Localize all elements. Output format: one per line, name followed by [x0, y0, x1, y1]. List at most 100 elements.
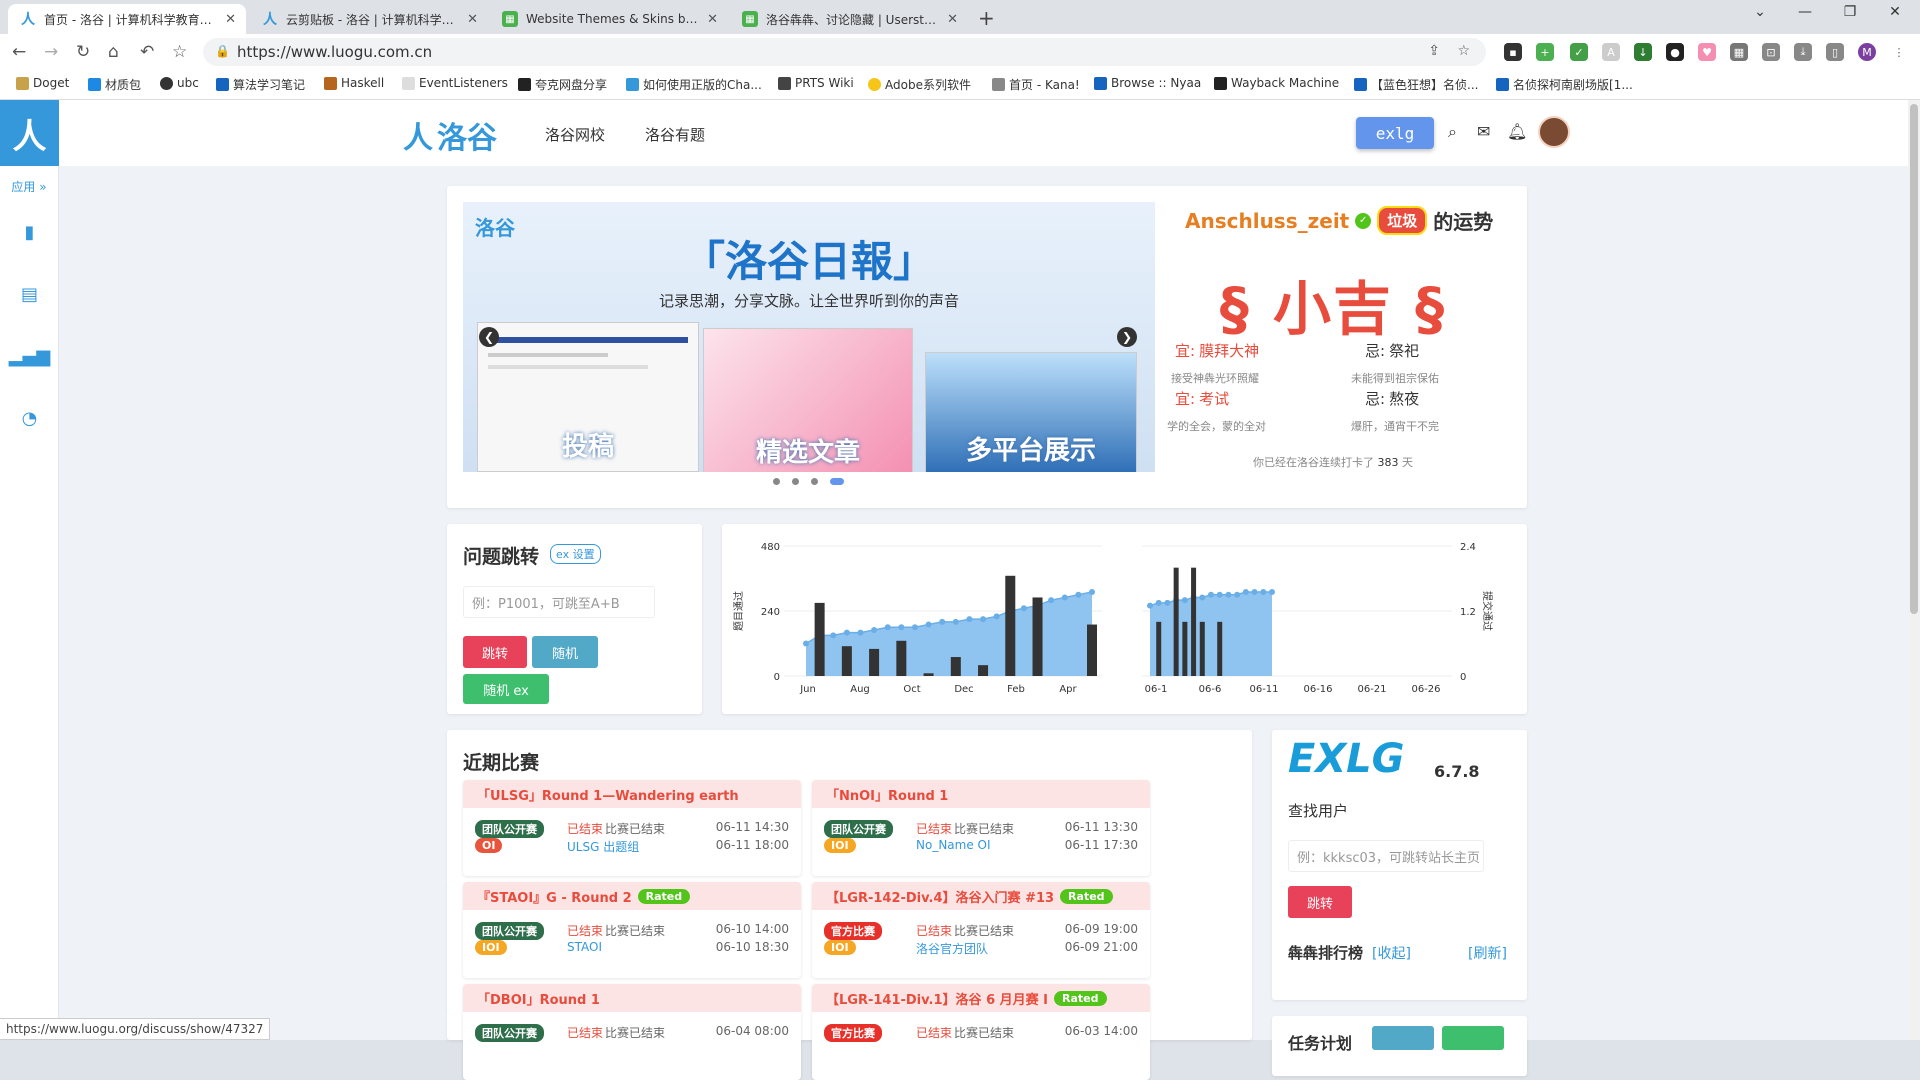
bookmark-star-icon[interactable]: ☆ [1457, 43, 1470, 59]
brand-logo[interactable]: ⼈洛谷 [403, 113, 497, 157]
restore-button[interactable]: ❐ [1830, 4, 1870, 20]
extension-icon[interactable]: ▪ [1504, 43, 1522, 61]
share-icon[interactable]: ⇪ [1428, 43, 1440, 59]
nav-link-problems[interactable]: 洛谷有题 [645, 124, 705, 145]
close-window-button[interactable]: ✕ [1875, 4, 1915, 20]
pie-chart-icon[interactable]: ◔ [0, 387, 59, 449]
contest-name[interactable]: 「NnOI」Round 1 [812, 780, 1150, 808]
contest-name[interactable]: 【LGR-142-Div.4】洛谷入门赛 #13 Rated [812, 882, 1150, 910]
contest-title[interactable]: 「ULSG」Round 1—Wandering earth [477, 785, 739, 804]
contest-item[interactable]: 「NnOI」Round 1 团队公开赛 IOI 已结束 比赛已结束 No_Name OI 0… [812, 780, 1150, 876]
bell-icon[interactable]: 🔔︎ [1507, 122, 1527, 141]
forward-icon[interactable]: → [44, 42, 58, 62]
contest-title[interactable]: 「DBOI」Round 1 [477, 989, 600, 1008]
contest-title[interactable]: 【LGR-142-Div.4】洛谷入门赛 #13 [826, 887, 1054, 906]
contest-host-link[interactable]: ULSG 出题组 [567, 838, 639, 855]
contest-name[interactable]: 『STAOI』G - Round 2 Rated [463, 882, 801, 910]
new-tab-button[interactable]: + [978, 6, 995, 30]
fortune-username[interactable]: Anschluss_zeit [1185, 209, 1349, 233]
bookmark-item[interactable]: 算法学习笔记 [216, 76, 305, 93]
sidebar-app-toggle[interactable]: 应用 » [0, 178, 58, 195]
bookmark-item[interactable]: Adobe系列软件 [868, 76, 971, 93]
carousel-dots[interactable] [773, 478, 844, 485]
contest-item[interactable]: 「DBOI」Round 1 团队公开赛 已结束 比赛已结束 06-04 08:00 [463, 984, 801, 1080]
contest-title[interactable]: 「NnOI」Round 1 [826, 785, 948, 804]
close-icon[interactable]: ✕ [947, 12, 958, 27]
menu-icon[interactable]: ⋮ [1890, 43, 1908, 61]
exlg-button[interactable]: exlg [1356, 117, 1434, 149]
find-user-input[interactable]: 例：kkksc03，可跳转站长主页 [1288, 840, 1484, 872]
ex-settings-link[interactable]: ex 设置 [550, 544, 601, 564]
bookmark-item[interactable]: 夸克网盘分享 [518, 76, 607, 93]
jump-button[interactable]: 跳转 [463, 636, 527, 668]
ranking-refresh-link[interactable]: [刷新] [1468, 943, 1507, 963]
random-button[interactable]: 随机 [532, 636, 598, 668]
contest-item[interactable]: 【LGR-142-Div.4】洛谷入门赛 #13 Rated 官方比赛 IOI 已结束比… [812, 882, 1150, 978]
address-bar[interactable]: 🔒 https://www.luogu.com.cn ⇪ ☆ [203, 38, 1486, 66]
close-icon[interactable]: ✕ [467, 12, 478, 27]
contest-item[interactable]: 『STAOI』G - Round 2 Rated 团队公开赛 IOI 已结束 比赛已结束 S… [463, 882, 801, 978]
contest-name[interactable]: 【LGR-141-Div.1】洛谷 6 月月赛 I Rated [812, 984, 1150, 1012]
tasks-button[interactable] [1442, 1026, 1504, 1050]
book-icon[interactable]: ▮ [0, 201, 59, 263]
close-icon[interactable]: ✕ [225, 12, 236, 27]
extension-icon[interactable]: ↓ [1634, 43, 1652, 61]
tasks-button[interactable] [1372, 1026, 1434, 1050]
bookmark-item[interactable]: PRTS Wiki [778, 76, 854, 90]
contest-host-link[interactable]: No_Name OI [916, 838, 991, 852]
profile-icon[interactable]: M [1858, 43, 1876, 61]
extension-icon[interactable]: ♥ [1698, 43, 1716, 61]
minimize-button[interactable]: — [1785, 4, 1825, 20]
contest-title[interactable]: 【LGR-141-Div.1】洛谷 6 月月赛 I [826, 989, 1048, 1008]
bookmark-item[interactable]: EventListeners [402, 76, 508, 90]
contest-host-link[interactable]: 洛谷官方团队 [916, 940, 988, 957]
bookmark-item[interactable]: 【蓝色狂想】名侦... [1354, 76, 1478, 93]
extensions-puzzle-icon[interactable]: ▦ [1730, 43, 1748, 61]
extension-icon[interactable]: ● [1666, 43, 1684, 61]
carousel-prev-icon[interactable]: ❮ [479, 327, 499, 347]
ranking-collapse-link[interactable]: [收起] [1372, 943, 1411, 963]
browser-tab-4[interactable]: ▦ 洛谷犇犇、讨论隐藏 | Userstyles.world ✕ [730, 4, 968, 34]
daily-carousel[interactable]: 洛谷 「洛谷日報」 记录思潮，分享文脉。让全世界听到你的声音 投稿 精选文章 多… [463, 202, 1155, 472]
undo-icon[interactable]: ↶ [140, 42, 154, 62]
back-icon[interactable]: ← [12, 42, 26, 62]
extension-icon[interactable]: + [1536, 43, 1554, 61]
contest-title[interactable]: 『STAOI』G - Round 2 [477, 887, 632, 906]
reload-icon[interactable]: ↻ [76, 42, 90, 62]
problem-id-input[interactable]: 例：P1001，可跳至A+B [463, 586, 655, 618]
browser-tab-2[interactable]: ⼈ 云剪贴板 - 洛谷 | 计算机科学教育新生态 ✕ [250, 4, 488, 34]
contest-host-link[interactable]: STAOI [567, 940, 602, 954]
bookmark-item[interactable]: ubc [160, 76, 199, 90]
page-scrollbar[interactable] [1908, 100, 1920, 1040]
tab-search-icon[interactable]: ⌄ [1740, 4, 1780, 20]
luogu-logo-icon[interactable]: ⼈ [0, 100, 59, 166]
close-icon[interactable]: ✕ [707, 12, 718, 27]
star-icon[interactable]: ☆ [172, 42, 187, 62]
contest-name[interactable]: 「ULSG」Round 1—Wandering earth [463, 780, 801, 808]
browser-tab-3[interactable]: ▦ Website Themes & Skins by Stylish ✕ [490, 4, 728, 34]
extension-icon[interactable]: ✓ [1570, 43, 1588, 61]
bookmark-item[interactable]: 名侦探柯南剧场版[1... [1496, 76, 1633, 93]
bookmark-item[interactable]: Browse :: Nyaa [1094, 76, 1201, 90]
carousel-next-icon[interactable]: ❯ [1117, 327, 1137, 347]
contest-item[interactable]: 「ULSG」Round 1—Wandering earth 团队公开赛 OI 已结束比… [463, 780, 801, 876]
contest-item[interactable]: 【LGR-141-Div.1】洛谷 6 月月赛 I Rated 官方比赛 已结束 比赛已… [812, 984, 1150, 1080]
crop-icon[interactable]: ⊡ [1762, 43, 1780, 61]
download-icon[interactable]: ⤓ [1794, 43, 1812, 61]
bookmark-item[interactable]: 材质包 [88, 76, 141, 93]
exlg-jump-button[interactable]: 跳转 [1288, 886, 1352, 918]
clipboard-icon[interactable]: ▤ [0, 263, 59, 325]
bookmark-item[interactable]: Doget [16, 76, 69, 90]
nav-link-school[interactable]: 洛谷网校 [545, 124, 605, 145]
bookmark-item[interactable]: 如何使用正版的Cha... [626, 76, 762, 93]
search-icon[interactable]: ⌕ [1448, 122, 1457, 142]
ranking-bars-icon[interactable]: ▂▄▆ [0, 325, 59, 387]
random-ex-button[interactable]: 随机 ex [463, 674, 549, 704]
contest-name[interactable]: 「DBOI」Round 1 [463, 984, 801, 1012]
bookmark-item[interactable]: Wayback Machine [1214, 76, 1339, 90]
extension-icon[interactable]: A [1602, 43, 1620, 61]
home-icon[interactable]: ⌂ [108, 42, 119, 62]
avatar[interactable] [1538, 116, 1570, 148]
bookmark-item[interactable]: Haskell [324, 76, 384, 90]
mail-icon[interactable]: ✉ [1477, 122, 1490, 141]
